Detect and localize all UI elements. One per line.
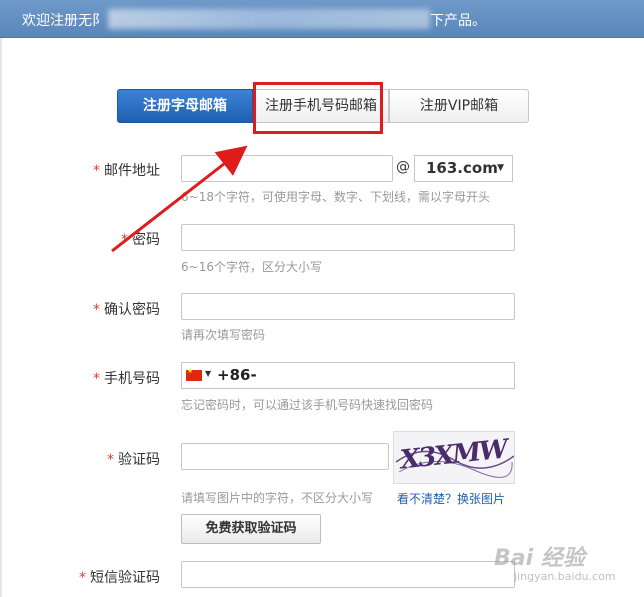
required-star: * [79, 570, 86, 586]
annotation-highlight-box [253, 82, 383, 134]
email-hint: 6~18个字符，可使用字母、数字、下划线，需以字母开头 [181, 190, 490, 204]
tab-vip-email[interactable]: 注册VIP邮箱 [389, 89, 529, 123]
password-hint: 6~16个字符，区分大小写 [181, 260, 322, 274]
domain-select[interactable]: 163.com ▼ [414, 155, 513, 182]
required-star: * [93, 302, 100, 318]
phone-prefix: +86- [217, 366, 257, 384]
email-label: * 邮件地址 [93, 163, 160, 179]
confirm-password-label: * 确认密码 [93, 302, 160, 318]
top-banner: 欢迎注册无阝 下产品。 [0, 0, 644, 38]
welcome-text: 欢迎注册无阝 [22, 13, 106, 29]
chevron-down-icon[interactable]: ▼ [205, 369, 211, 378]
required-star: * [107, 452, 114, 468]
blurred-text [108, 9, 430, 29]
at-sign: @ [396, 159, 410, 175]
confirm-password-hint: 请再次填写密码 [181, 328, 266, 342]
baidu-watermark: Bai 经验 jingyan.baidu.com [494, 538, 644, 597]
welcome-suffix: 下产品。 [430, 13, 486, 29]
required-star: * [93, 371, 100, 387]
chevron-down-icon: ▼ [497, 163, 504, 173]
required-star: * [93, 163, 100, 179]
email-input[interactable] [181, 155, 393, 182]
captcha-label: * 验证码 [107, 452, 160, 468]
password-input[interactable] [181, 224, 515, 251]
tab-letter-email[interactable]: 注册字母邮箱 [117, 89, 253, 123]
required-star: * [121, 232, 128, 248]
captcha-hint: 请填写图片中的字符，不区分大小写 [181, 491, 374, 505]
phone-hint: 忘记密码时，可以通过该手机号码快速找回密码 [181, 398, 434, 412]
watermark-url: jingyan.baidu.com [514, 570, 616, 583]
watermark-text: Bai 经验 [494, 546, 585, 571]
sms-code-label: * 短信验证码 [79, 570, 160, 586]
password-label: * 密码 [121, 232, 160, 248]
china-flag-icon[interactable] [186, 367, 202, 381]
sms-code-input[interactable] [181, 561, 515, 588]
phone-label: * 手机号码 [93, 371, 160, 387]
captcha-image[interactable]: X3XMW [393, 431, 515, 484]
get-verification-code-button[interactable]: 免费获取验证码 [181, 514, 321, 544]
phone-input[interactable]: ▼ +86- [181, 362, 515, 389]
confirm-password-input[interactable] [181, 293, 515, 320]
captcha-input[interactable] [181, 443, 389, 470]
refresh-captcha-link[interactable]: 看不清楚？换张图片 [397, 490, 505, 507]
